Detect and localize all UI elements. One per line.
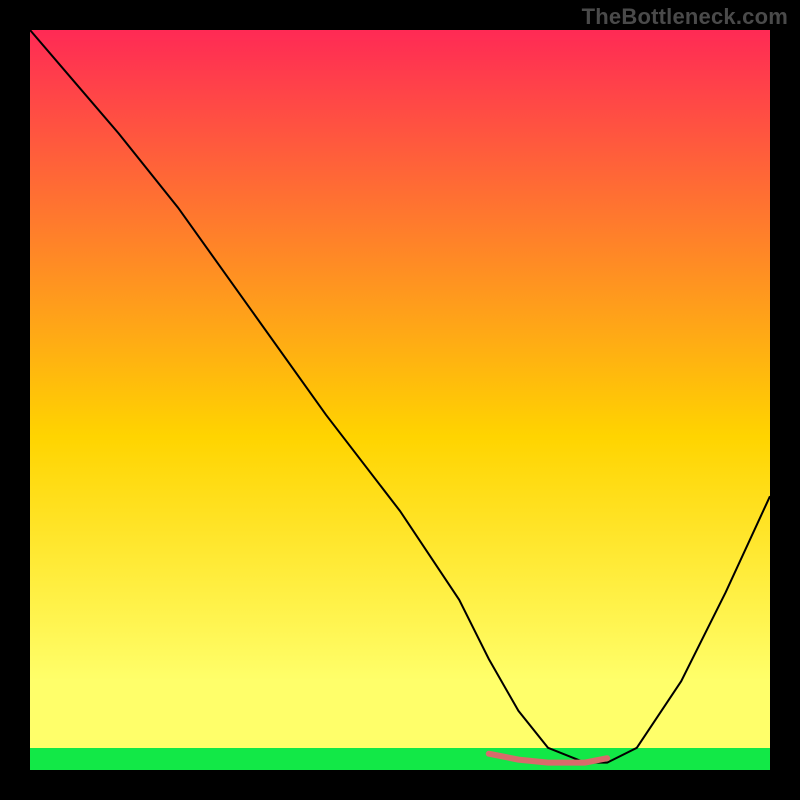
plot-bottom-band: [30, 748, 770, 770]
chart-frame: TheBottleneck.com: [0, 0, 800, 800]
plot-gradient-background: [30, 30, 770, 770]
watermark-text: TheBottleneck.com: [582, 4, 788, 30]
bottleneck-chart: [30, 30, 770, 770]
